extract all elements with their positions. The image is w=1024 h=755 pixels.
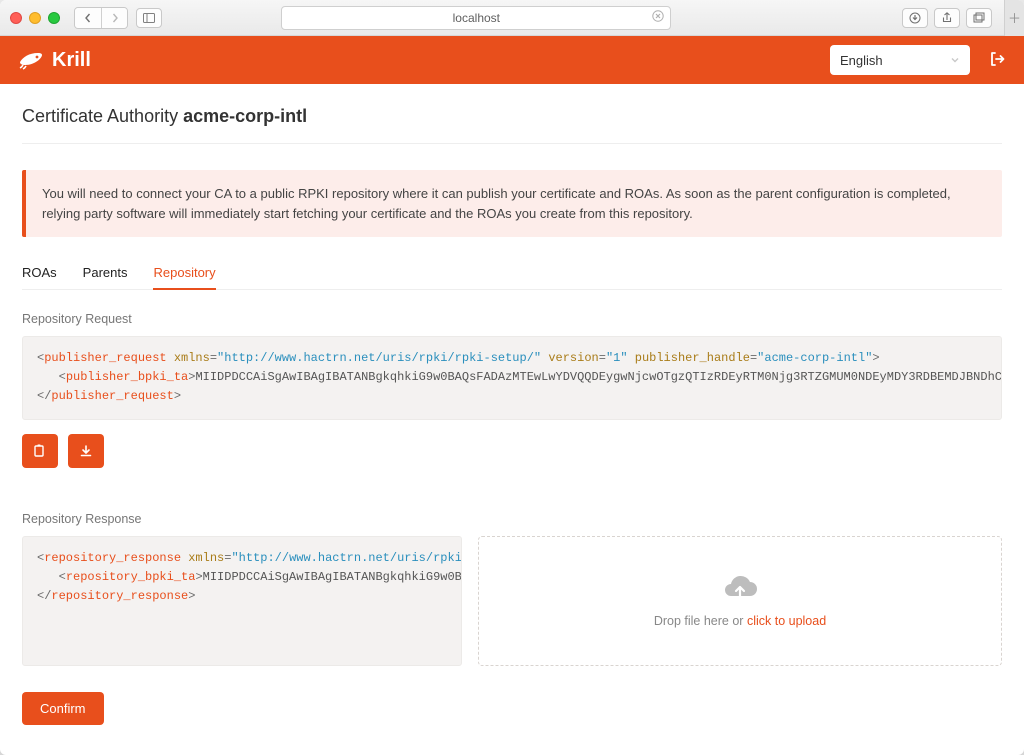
notice-text: You will need to connect your CA to a pu…: [42, 186, 951, 221]
page-title-prefix: Certificate Authority: [22, 106, 183, 126]
cloud-upload-icon: [722, 574, 758, 604]
maximize-window-icon[interactable]: [48, 12, 60, 24]
app-logo[interactable]: Krill: [18, 49, 91, 72]
ca-name: acme-corp-intl: [183, 106, 307, 126]
language-select-value: English: [840, 53, 883, 68]
language-select[interactable]: English: [830, 45, 970, 75]
confirm-button[interactable]: Confirm: [22, 692, 104, 725]
download-icon: [79, 444, 93, 458]
tab-parents[interactable]: Parents: [83, 257, 128, 289]
window-controls: [10, 12, 60, 24]
close-window-icon[interactable]: [10, 12, 22, 24]
nav-buttons: [74, 7, 128, 29]
sidebar-toggle-icon[interactable]: [136, 8, 162, 28]
response-label: Repository Response: [22, 512, 1002, 526]
upload-link[interactable]: click to upload: [747, 614, 826, 628]
app-brand-text: Krill: [52, 49, 91, 72]
back-button[interactable]: [75, 8, 101, 28]
page-content: Certificate Authority acme-corp-intl You…: [0, 84, 1024, 755]
address-bar[interactable]: localhost: [281, 6, 671, 30]
tabs-overview-icon[interactable]: [966, 8, 992, 28]
forward-button[interactable]: [101, 8, 127, 28]
request-xml: <publisher_request xmlns="http://www.hac…: [22, 336, 1002, 420]
clear-address-icon[interactable]: [652, 10, 664, 25]
new-tab-button[interactable]: ＋: [1004, 0, 1024, 36]
request-label: Repository Request: [22, 312, 1002, 326]
tab-roas[interactable]: ROAs: [22, 257, 57, 289]
logout-button[interactable]: [988, 50, 1006, 71]
address-bar-text: localhost: [453, 11, 500, 25]
chevron-down-icon: [950, 53, 960, 68]
browser-titlebar: localhost ＋: [0, 0, 1024, 36]
copy-button[interactable]: [22, 434, 58, 468]
copy-icon: [33, 444, 47, 458]
minimize-window-icon[interactable]: [29, 12, 41, 24]
dropzone-text: Drop file here or click to upload: [654, 614, 826, 628]
downloads-icon[interactable]: [902, 8, 928, 28]
krill-icon: [18, 50, 44, 70]
share-icon[interactable]: [934, 8, 960, 28]
logout-icon: [988, 50, 1006, 68]
tabs: ROAs Parents Repository: [22, 257, 1002, 290]
browser-window: localhost ＋ Krill: [0, 0, 1024, 755]
repository-notice: You will need to connect your CA to a pu…: [22, 170, 1002, 237]
app-header: Krill English: [0, 36, 1024, 84]
upload-dropzone[interactable]: Drop file here or click to upload: [478, 536, 1002, 666]
page-title: Certificate Authority acme-corp-intl: [22, 106, 1002, 144]
request-actions: [22, 434, 1002, 468]
tab-repository[interactable]: Repository: [153, 257, 215, 290]
titlebar-right: [902, 8, 992, 28]
download-button[interactable]: [68, 434, 104, 468]
response-row: <repository_response xmlns="http://www.h…: [22, 536, 1002, 666]
response-xml: <repository_response xmlns="http://www.h…: [22, 536, 462, 666]
